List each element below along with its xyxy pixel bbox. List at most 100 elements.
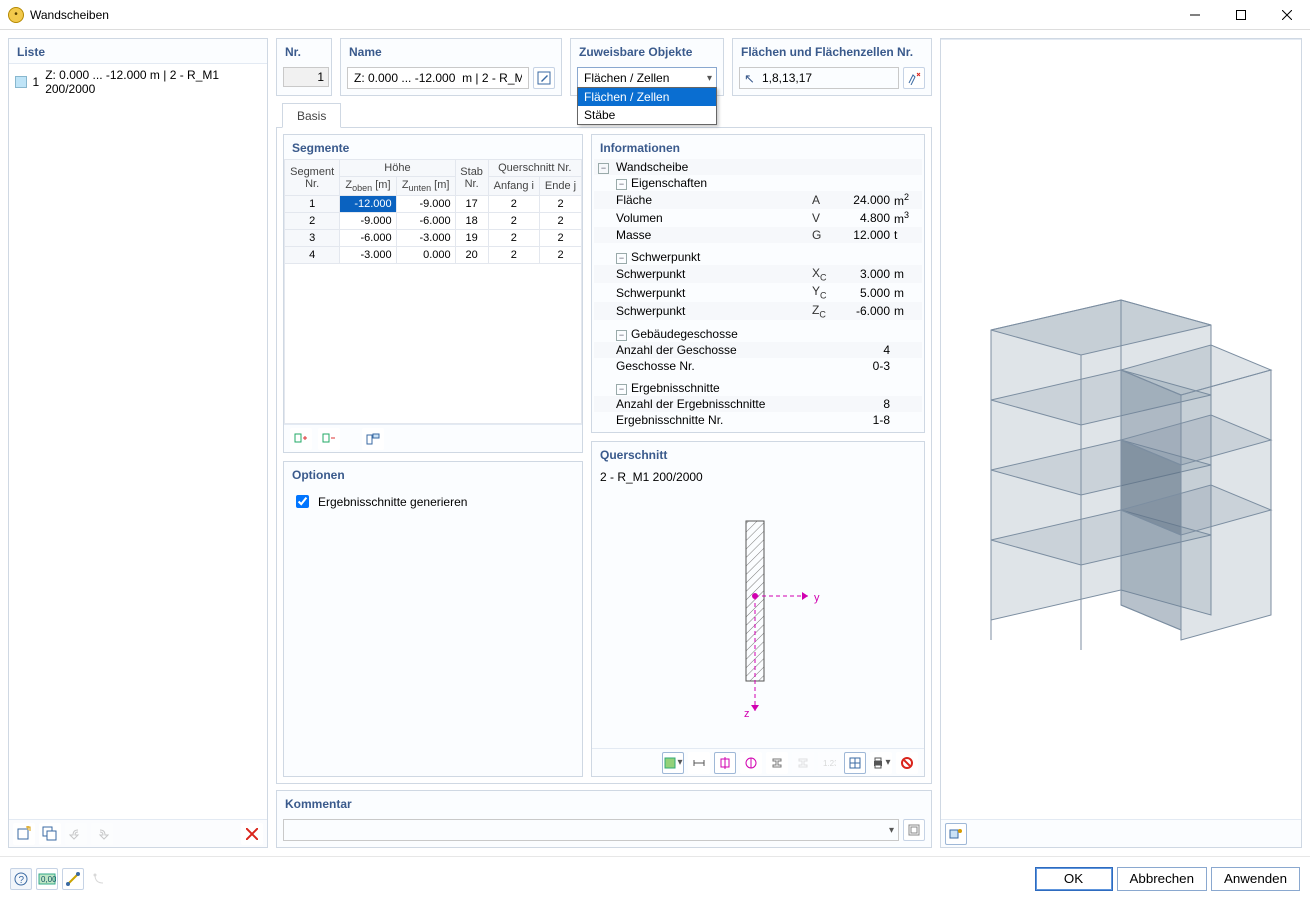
qs-ibeam-1-icon[interactable]: [766, 752, 788, 774]
info-row: Geschosse Nr.: [616, 359, 812, 373]
zuweisbare-group: Zuweisbare Objekte Flächen / Zellen ▾ Fl…: [570, 38, 724, 96]
zuweisbare-selected: Flächen / Zellen: [584, 71, 669, 85]
optionen-group: Optionen Ergebnisschnitte generieren: [283, 461, 583, 777]
cancel-button[interactable]: Abbrechen: [1117, 867, 1207, 891]
info-schwerpunkt[interactable]: Schwerpunkt: [631, 250, 700, 264]
zuweisbare-dropdown: Flächen / Zellen Stäbe: [577, 87, 717, 125]
list-item[interactable]: 1 Z: 0.000 ... -12.000 m | 2 - R_M1 200/…: [13, 66, 263, 98]
window-title: Wandscheiben: [30, 8, 109, 22]
segmente-table[interactable]: SegmentNr. Höhe StabNr. Querschnitt Nr. …: [284, 159, 582, 264]
table-row[interactable]: 4-3.0000.0002022: [285, 247, 582, 264]
info-ergebnisschnitte[interactable]: Ergebnisschnitte: [631, 381, 720, 395]
apply-button[interactable]: Anwenden: [1211, 867, 1300, 891]
querschnitt-canvas: y z: [600, 484, 916, 748]
info-row: Anzahl der Ergebnisschnitte: [616, 397, 812, 411]
info-row: Schwerpunkt: [616, 286, 812, 300]
pointer-icon: ↖: [744, 71, 755, 87]
kommentar-combo[interactable]: ▾: [283, 819, 899, 841]
info-row: Masse: [616, 228, 812, 242]
info-eigenschaften[interactable]: Eigenschaften: [631, 176, 707, 190]
col-ende: Ende j: [540, 177, 582, 196]
title-bar: • Wandscheiben: [0, 0, 1310, 30]
name-title: Name: [341, 39, 561, 63]
list-copy-icon[interactable]: [39, 823, 61, 845]
qs-tool-1-icon[interactable]: ▾: [662, 752, 684, 774]
col-segment-nr: SegmentNr.: [285, 160, 340, 196]
svg-text:?: ?: [19, 875, 25, 886]
info-row: Ergebnisschnitte Nr.: [616, 413, 812, 427]
table-row[interactable]: 1-12.000-9.0001722: [285, 196, 582, 213]
svg-text:z: z: [744, 708, 750, 720]
list-item-text: Z: 0.000 ... -12.000 m | 2 - R_M1 200/20…: [45, 68, 261, 96]
dropdown-option[interactable]: Flächen / Zellen: [578, 88, 716, 106]
name-group: Name: [340, 38, 562, 96]
flaechen-input[interactable]: ↖ 1,8,13,17: [739, 67, 899, 89]
segment-tool-icon[interactable]: [362, 428, 384, 450]
preview-3d[interactable]: [941, 39, 1301, 819]
name-input[interactable]: [347, 67, 529, 89]
chevron-down-icon: ▾: [677, 757, 682, 768]
qs-grid-icon[interactable]: [844, 752, 866, 774]
name-edit-icon[interactable]: [533, 67, 555, 89]
preview-show-icon[interactable]: [945, 823, 967, 845]
list-delete-icon[interactable]: [241, 823, 263, 845]
col-anfang: Anfang i: [488, 177, 539, 196]
preview-svg: [951, 170, 1291, 690]
script-icon: [88, 868, 110, 890]
segmente-group: Segmente SegmentNr. Höhe StabNr. Quersch…: [283, 134, 583, 453]
chevron-down-icon: ▾: [707, 73, 712, 84]
col-zoben: Zoben [m]: [340, 177, 396, 196]
nr-title: Nr.: [277, 39, 331, 63]
zuweisbare-select[interactable]: Flächen / Zellen ▾: [577, 67, 717, 89]
qs-principal-icon[interactable]: [740, 752, 762, 774]
list-redo-icon: [91, 823, 113, 845]
querschnitt-subtitle: 2 - R_M1 200/2000: [600, 470, 916, 484]
segment-remove-icon[interactable]: [318, 428, 340, 450]
ergebnisschnitte-label: Ergebnisschnitte generieren: [318, 495, 467, 509]
preview-panel: [940, 38, 1302, 848]
close-button[interactable]: [1264, 0, 1310, 30]
flaechen-pick-icon[interactable]: [903, 67, 925, 89]
list-new-icon[interactable]: [13, 823, 35, 845]
table-row[interactable]: 2-9.000-6.0001822: [285, 213, 582, 230]
kommentar-library-icon[interactable]: [903, 819, 925, 841]
ok-button[interactable]: OK: [1035, 867, 1113, 891]
minimize-button[interactable]: [1172, 0, 1218, 30]
svg-text:1.23: 1.23: [823, 759, 836, 768]
app-icon: •: [8, 7, 24, 23]
kommentar-title: Kommentar: [277, 791, 931, 815]
list-title: Liste: [9, 39, 267, 63]
dropdown-option[interactable]: Stäbe: [578, 106, 716, 124]
units-icon[interactable]: 0,00: [36, 868, 58, 890]
list-item-num: 1: [33, 75, 40, 89]
ergebnisschnitte-checkbox[interactable]: [296, 495, 309, 508]
col-hoehe: Höhe: [340, 160, 455, 177]
flaechen-group: Flächen und Flächenzellen Nr. ↖ 1,8,13,1…: [732, 38, 932, 96]
kommentar-group: Kommentar ▾: [276, 790, 932, 848]
col-zunten: Zunten [m]: [396, 177, 455, 196]
tab-basis[interactable]: Basis: [282, 103, 341, 128]
members-icon[interactable]: [62, 868, 84, 890]
segmente-title: Segmente: [284, 135, 582, 159]
help-icon[interactable]: ?: [10, 868, 32, 890]
segment-add-icon[interactable]: [290, 428, 312, 450]
qs-dimensions-icon[interactable]: [688, 752, 710, 774]
nr-input[interactable]: [283, 67, 329, 87]
table-row[interactable]: 3-6.000-3.0001922: [285, 230, 582, 247]
col-stab-nr: StabNr.: [455, 160, 488, 196]
maximize-button[interactable]: [1218, 0, 1264, 30]
querschnitt-group: Querschnitt 2 - R_M1 200/2000: [591, 441, 925, 777]
info-geschosse[interactable]: Gebäudegeschosse: [631, 327, 738, 341]
qs-axes-icon[interactable]: [714, 752, 736, 774]
qs-reset-icon[interactable]: [896, 752, 918, 774]
qs-print-icon[interactable]: ▾: [870, 752, 892, 774]
bottom-bar: ? 0,00 OK Abbrechen Anwenden: [0, 856, 1310, 900]
info-row: Schwerpunkt: [616, 304, 812, 318]
qs-values-icon: 1.23: [818, 752, 840, 774]
querschnitt-title: Querschnitt: [592, 442, 924, 466]
flaechen-value: 1,8,13,17: [762, 71, 812, 85]
info-wandscheibe[interactable]: Wandscheibe: [616, 160, 812, 174]
querschnitt-toolbar: ▾ 1.23 ▾: [592, 748, 924, 776]
chevron-down-icon: ▾: [889, 825, 894, 836]
informationen-group: Informationen −Wandscheibe −Eigenschafte…: [591, 134, 925, 433]
